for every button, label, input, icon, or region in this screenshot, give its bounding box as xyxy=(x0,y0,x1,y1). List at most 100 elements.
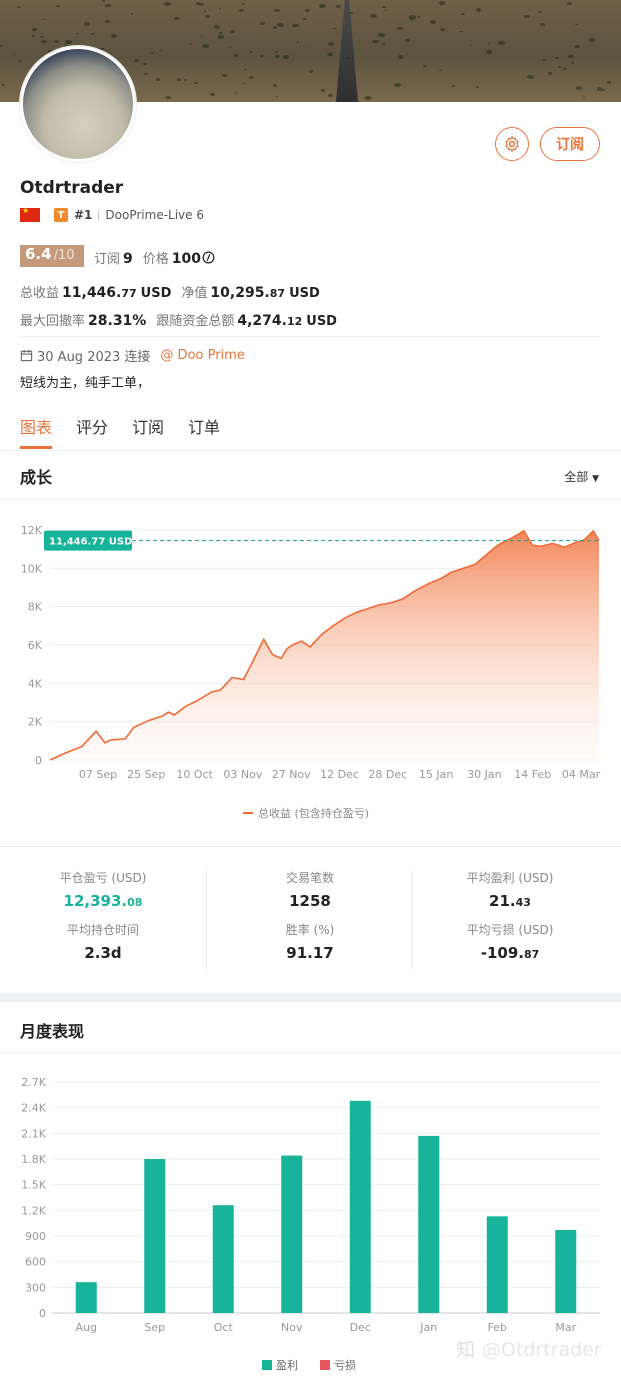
growth-legend: 总收益 (包含持仓盈亏) xyxy=(243,806,369,820)
road-graphic xyxy=(336,0,358,102)
settings-button[interactable] xyxy=(495,127,529,161)
total-profit-value: 11,446. xyxy=(62,285,122,301)
x-tick-label: 15 Jan xyxy=(419,768,453,781)
current-value-label: 11,446.77 USD xyxy=(49,537,132,548)
calendar-icon xyxy=(20,349,33,362)
y-tick-label: 12K xyxy=(21,524,43,537)
stat-value-dec: 08 xyxy=(127,896,143,909)
y-tick-label: 1.2K xyxy=(21,1204,46,1217)
stat-value-int: 21. xyxy=(489,892,516,910)
y-tick-label: 900 xyxy=(25,1230,46,1243)
monthly-legend: 盈利 亏损 xyxy=(262,1358,356,1372)
stat-value: 1258 xyxy=(220,892,400,910)
bar-profit[interactable] xyxy=(281,1155,303,1313)
tab-rating[interactable]: 评分 xyxy=(76,414,108,438)
max-drawdown-label: 最大回撤率 xyxy=(20,314,86,329)
x-tick-label: Sep xyxy=(144,1321,165,1334)
trader-bio: 短线为主，纯手工单， xyxy=(20,376,151,391)
legend-swatch-profit xyxy=(262,1360,272,1370)
stat-value: 12,393.08 xyxy=(13,892,193,910)
x-tick-label: 14 Feb xyxy=(514,768,551,781)
stat-value-int: 2.3d xyxy=(84,944,122,962)
bar-profit[interactable] xyxy=(418,1135,440,1313)
x-tick-label: 28 Dec xyxy=(368,768,407,781)
legend-loss-label[interactable]: 亏损 xyxy=(334,1358,356,1372)
y-tick-label: 6K xyxy=(28,639,43,652)
y-tick-label: 10K xyxy=(21,562,43,575)
y-tick-label: 300 xyxy=(25,1281,46,1294)
legend-total-label[interactable]: 总收益 (包含持仓盈亏) xyxy=(258,806,369,820)
stat-value-int: 91.17 xyxy=(286,944,334,962)
score-value: 6.4 xyxy=(25,245,52,263)
rank: #1 xyxy=(74,208,93,222)
bar-profit[interactable] xyxy=(555,1230,577,1313)
subscribers-count: 9 xyxy=(123,251,133,267)
stat-item: 胜率 (%) 91.17 xyxy=(220,921,400,962)
x-tick-label: 07 Sep xyxy=(79,768,117,781)
growth-section-header: 成长 全部 ▼ xyxy=(0,450,621,500)
x-tick-label: Mar xyxy=(555,1321,576,1334)
bar-profit[interactable] xyxy=(75,1282,97,1313)
legend-swatch-loss xyxy=(320,1360,330,1370)
x-tick-label: 30 Jan xyxy=(467,768,501,781)
bar-profit[interactable] xyxy=(144,1159,166,1313)
monthly-section-header: 月度表现 xyxy=(0,1002,621,1053)
bar-profit[interactable] xyxy=(349,1100,371,1313)
bar-profit[interactable] xyxy=(212,1205,234,1313)
x-tick-label: Dec xyxy=(350,1321,371,1334)
china-flag-icon xyxy=(20,206,40,222)
y-tick-label: 2.4K xyxy=(21,1102,46,1115)
y-tick-label: 0 xyxy=(35,754,42,767)
legend-profit-label[interactable]: 盈利 xyxy=(276,1359,298,1372)
monthly-title: 月度表现 xyxy=(20,1022,85,1041)
follow-funds-value: 4,274. xyxy=(237,313,287,329)
active-tab-indicator xyxy=(20,446,52,449)
stat-value-int: 12,393. xyxy=(63,892,128,910)
x-tick-label: Nov xyxy=(281,1321,303,1334)
stats-divider xyxy=(0,846,621,847)
gear-icon xyxy=(505,135,519,153)
section-spacer xyxy=(0,993,621,1002)
server-name: DooPrime-Live 6 xyxy=(105,208,204,222)
price-label: 价格 xyxy=(142,252,169,267)
coin-icon xyxy=(202,251,215,264)
follow-funds-label: 跟随资金总额 xyxy=(156,314,235,329)
stat-item: 平均亏损 (USD) -109.87 xyxy=(420,921,600,962)
badge-divider xyxy=(98,209,100,221)
trader-name: Otdrtrader xyxy=(20,178,124,198)
stat-value: 21.43 xyxy=(420,892,600,910)
stat-value-dec: 43 xyxy=(515,896,531,909)
stat-value-int: -109. xyxy=(480,944,524,962)
stat-label: 胜率 (%) xyxy=(285,923,335,937)
growth-title: 成长 xyxy=(20,468,53,487)
stat-value: 91.17 xyxy=(220,944,400,962)
zhihu-icon: 知 xyxy=(456,1339,475,1361)
tab-orders[interactable]: 订单 xyxy=(188,414,220,438)
growth-chart: 11,446.77 USD 0 2K 4K 6K 8K 10K 12K 07 Sep 25 S… xyxy=(21,524,601,820)
tab-chart[interactable]: 图表 xyxy=(20,414,52,438)
x-tick-label: 10 Oct xyxy=(176,768,213,781)
equity-value: 10,295. xyxy=(210,285,270,301)
x-tick-label: 12 Dec xyxy=(320,768,359,781)
monthly-bar-chart: 0 300 600 900 1.2K 1.5K 1.8K 2.1K 2.4K 2.7K Aug Se… xyxy=(21,1076,602,1372)
bar-profit[interactable] xyxy=(486,1216,508,1313)
x-tick-label: Aug xyxy=(76,1321,97,1334)
total-profit-decimals: 77 xyxy=(121,287,137,300)
x-tick-label: Feb xyxy=(488,1321,507,1334)
range-dropdown[interactable]: 全部 ▼ xyxy=(564,468,599,485)
y-tick-label: 1.5K xyxy=(21,1179,46,1192)
x-tick-label: Jan xyxy=(419,1321,437,1334)
y-tick-label: 1.8K xyxy=(21,1153,46,1166)
profile-divider xyxy=(20,336,600,337)
equity-unit: USD xyxy=(289,286,320,301)
x-tick-label: 25 Sep xyxy=(127,768,165,781)
subscribe-button[interactable]: 订阅 xyxy=(540,127,600,161)
tab-subscription[interactable]: 订阅 xyxy=(132,414,164,438)
trader-badges: T #1 DooPrime-Live 6 xyxy=(20,206,204,222)
max-drawdown-value: 28.31% xyxy=(88,313,147,329)
y-tick-label: 2K xyxy=(28,716,43,729)
stat-label: 平均亏损 (USD) xyxy=(466,923,554,937)
x-tick-label: 04 Mar xyxy=(562,768,601,781)
broker-link[interactable]: @ Doo Prime xyxy=(160,348,244,363)
y-tick-label: 600 xyxy=(25,1256,46,1269)
